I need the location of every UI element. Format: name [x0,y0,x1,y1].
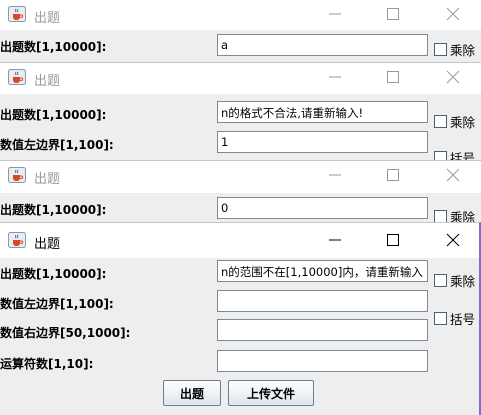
checkbox-label: 乘除 [450,43,476,58]
upload-file-button[interactable]: 上传文件 [228,380,314,406]
java-cup-icon [8,6,26,22]
maximize-button[interactable] [382,4,404,24]
brackets-checkbox[interactable]: 括号 [434,148,475,160]
count-label: 出题数[1,10000]: [0,40,107,54]
close-button[interactable] [442,67,464,87]
window-3: 出题 出题数[1,10000]: 0 乘除 [0,160,481,222]
multiply-divide-checkbox[interactable]: 乘除 [434,112,475,131]
minimize-icon [329,239,341,241]
generate-button[interactable]: 出题 [163,380,221,406]
minimize-button[interactable] [324,230,346,250]
java-cup-icon [8,232,26,248]
left-bound-label: 数值左边界[1,100]: [0,297,114,311]
maximize-icon [387,169,399,181]
count-input[interactable]: n的格式不合法,请重新输入! [217,101,428,123]
close-button[interactable] [442,230,464,250]
minimize-icon [329,174,341,176]
maximize-icon [387,234,399,246]
maximize-icon [387,71,399,83]
operator-count-label: 运算符数[1,10]: [0,357,94,371]
left-bound-input[interactable]: 1 [217,131,428,153]
multiply-divide-checkbox[interactable]: 乘除 [434,40,475,59]
left-bound-input[interactable] [217,290,428,312]
minimize-button[interactable] [324,4,346,24]
checkbox-box[interactable] [434,43,447,56]
close-button[interactable] [442,165,464,185]
checkbox-label: 乘除 [450,210,476,222]
maximize-button[interactable] [382,165,404,185]
close-icon [446,7,460,21]
close-icon [446,70,460,84]
minimize-icon [329,76,341,78]
close-button[interactable] [442,4,464,24]
maximize-button[interactable] [382,230,404,250]
checkbox-box[interactable] [434,210,447,222]
checkbox-box[interactable] [434,115,447,128]
count-input[interactable]: a [217,34,428,56]
window-1: 出题 出题数[1,10000]: a 乘除 [0,0,481,62]
window-title: 出题 [34,237,61,252]
maximize-icon [387,8,399,20]
close-icon [446,168,460,182]
minimize-icon [329,13,341,15]
right-bound-label: 数值右边界[50,1000]: [0,326,131,340]
count-input[interactable]: n的范围不在[1,10000]内，请重新输入 [217,260,428,282]
count-input[interactable]: 0 [217,197,428,219]
window-title: 出题 [34,74,61,89]
window-title: 出题 [34,172,61,187]
window-2-titlebar: 出题 [0,63,481,94]
checkbox-label: 乘除 [450,274,476,289]
window-3-titlebar: 出题 [0,161,481,193]
minimize-button[interactable] [324,67,346,87]
count-label: 出题数[1,10000]: [0,203,107,217]
multiply-divide-checkbox[interactable]: 乘除 [434,271,475,290]
left-bound-label: 数值左边界[1,100]: [0,138,114,152]
maximize-button[interactable] [382,67,404,87]
checkbox-label: 括号 [450,312,476,327]
checkbox-box[interactable] [434,274,447,287]
count-label: 出题数[1,10000]: [0,108,107,122]
operator-count-input[interactable] [217,350,428,372]
checkbox-box[interactable] [434,312,447,325]
checkbox-label: 乘除 [450,115,476,130]
window-4-titlebar: 出题 [0,223,479,258]
java-cup-icon [8,167,26,183]
brackets-checkbox[interactable]: 括号 [434,309,475,328]
window-title: 出题 [34,11,61,26]
window-4: 出题 出题数[1,10000]: n的范围不在[1,10000]内，请重新输入 … [0,222,481,415]
close-icon [446,233,460,247]
minimize-button[interactable] [324,165,346,185]
count-label: 出题数[1,10000]: [0,267,107,281]
multiply-divide-checkbox[interactable]: 乘除 [434,207,475,222]
java-cup-icon [8,69,26,85]
window-2: 出题 出题数[1,10000]: n的格式不合法,请重新输入! 数值左边界[1,… [0,62,481,160]
right-bound-input[interactable] [217,319,428,341]
checkbox-label: 括号 [450,151,476,160]
window-1-titlebar: 出题 [0,0,481,30]
checkbox-box[interactable] [434,151,447,160]
